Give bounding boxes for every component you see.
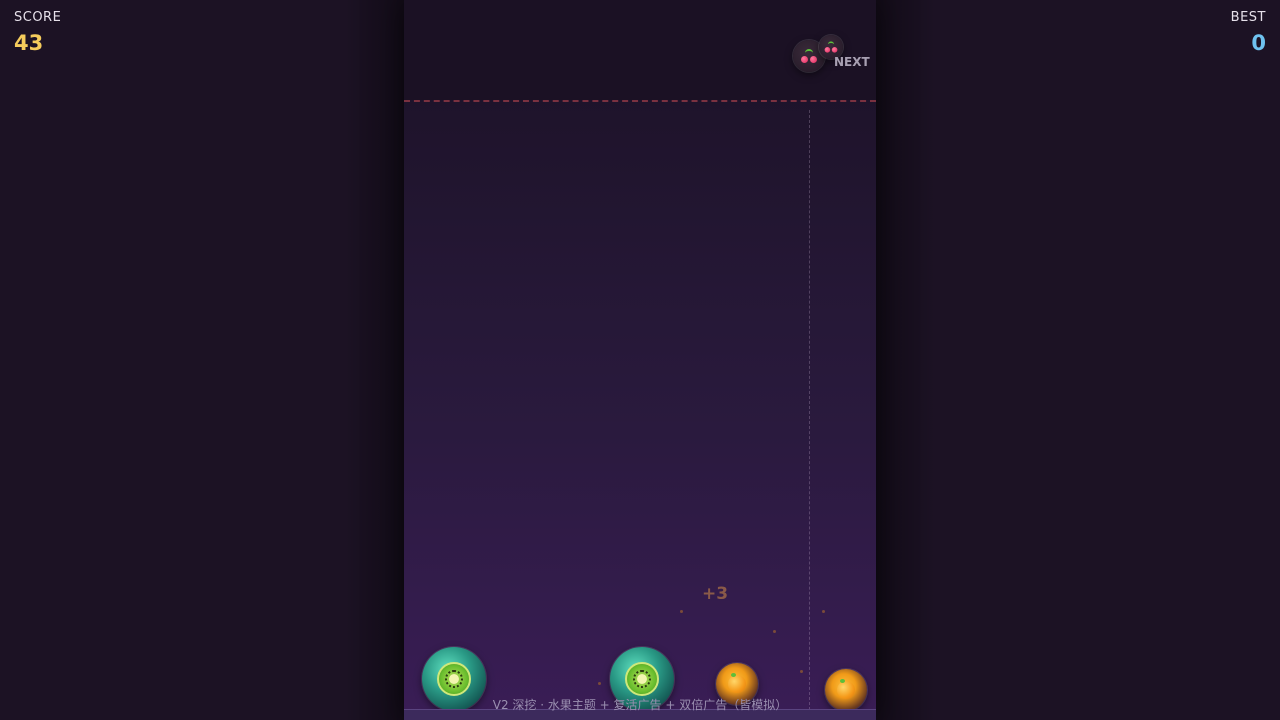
footer-note: V2 深挖 · 水果主题 + 复活广告 + 双倍广告（皆模拟） bbox=[492, 698, 788, 712]
score-panel: SCORE 43 bbox=[14, 10, 61, 55]
next-label: NEXT bbox=[834, 55, 870, 69]
merge-spark bbox=[773, 630, 776, 633]
cherry-icon bbox=[801, 49, 817, 63]
kiwi-icon bbox=[437, 662, 471, 696]
merge-spark bbox=[598, 682, 601, 685]
right-shadow bbox=[876, 0, 936, 720]
merge-spark bbox=[800, 670, 803, 673]
merge-spark bbox=[680, 610, 683, 613]
game-board[interactable]: NEXT +3 V2 深挖 · 水果主题 + 复活广告 + 双倍广告（皆模拟） bbox=[404, 0, 876, 720]
cherry-icon bbox=[824, 41, 838, 53]
merge-spark bbox=[822, 610, 825, 613]
best-panel: BEST 0 bbox=[1231, 10, 1266, 55]
aim-guide-line bbox=[809, 110, 810, 710]
best-value: 0 bbox=[1251, 31, 1266, 55]
best-label: BEST bbox=[1230, 10, 1266, 25]
kiwi-icon bbox=[625, 662, 659, 696]
score-popup: +3 bbox=[702, 584, 729, 604]
orange-icon bbox=[728, 673, 746, 693]
score-value: 43 bbox=[14, 31, 44, 55]
danger-line bbox=[404, 100, 876, 102]
left-shadow bbox=[344, 0, 404, 720]
score-label: SCORE bbox=[14, 10, 62, 25]
